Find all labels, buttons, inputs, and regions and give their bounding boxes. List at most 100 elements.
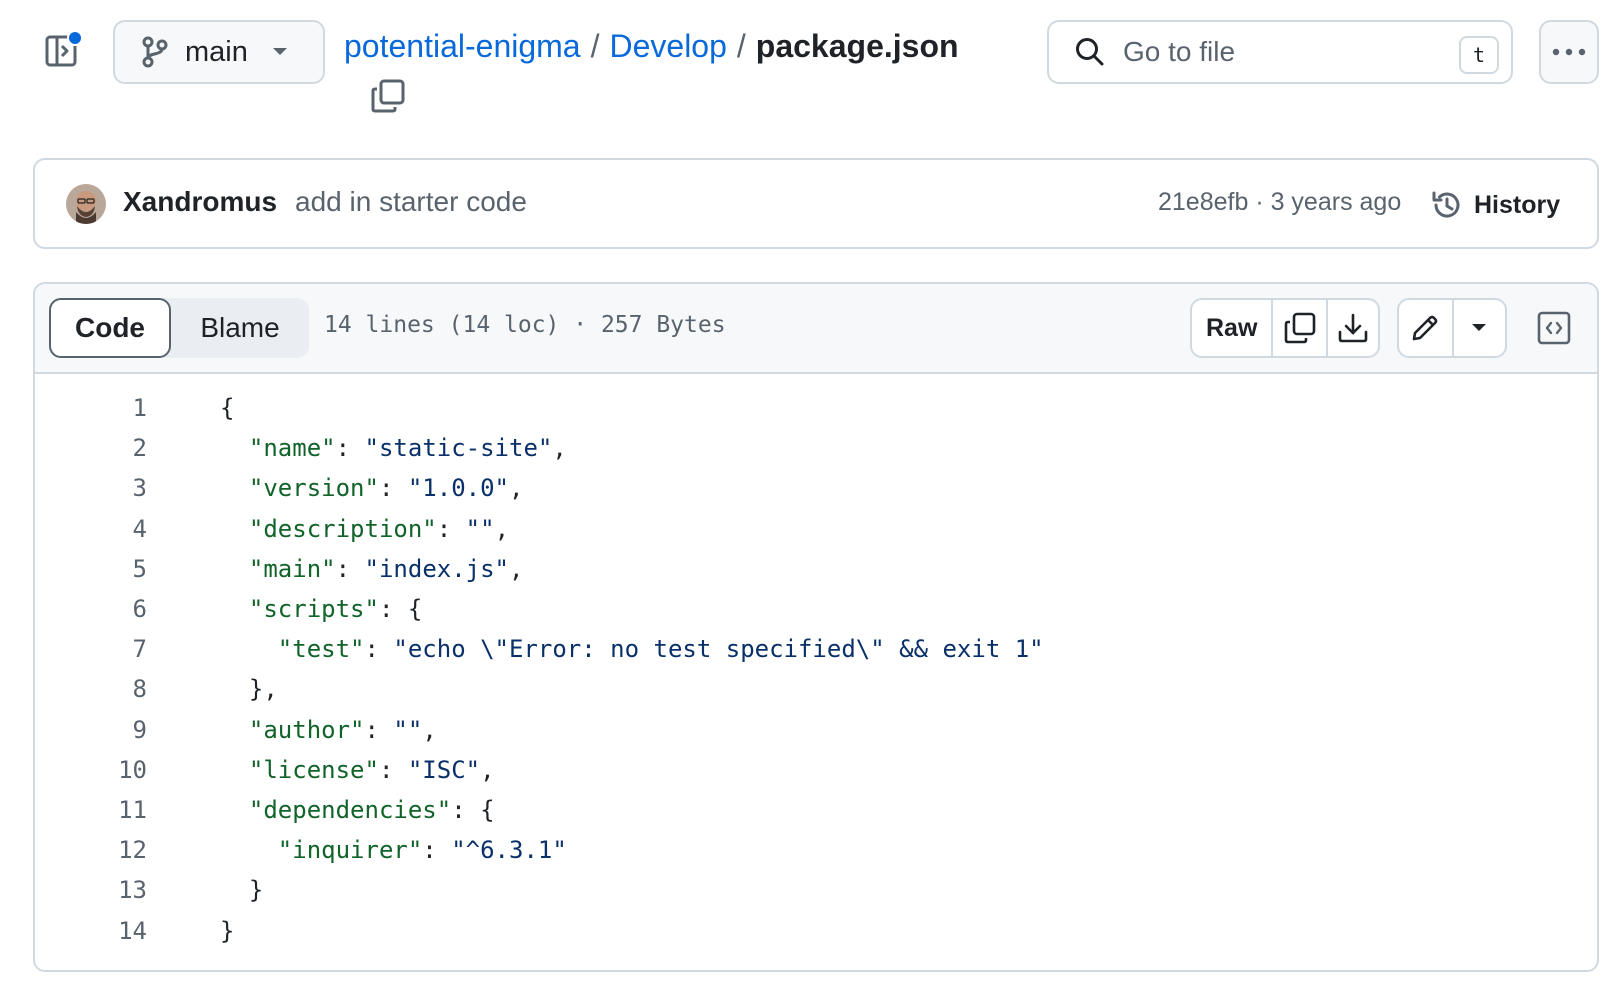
history-button[interactable]: History [1430, 183, 1560, 227]
copy-path-button[interactable] [370, 78, 406, 114]
edit-options-dropdown[interactable] [1454, 300, 1505, 356]
commit-hash-and-time[interactable]: 21e8efb · 3 years ago [1158, 188, 1401, 217]
line-number[interactable]: 5 [35, 555, 147, 583]
code-line: 13 } [35, 870, 1595, 910]
branch-selector-button[interactable]: main [113, 20, 325, 84]
punctuation-token: : [378, 474, 408, 503]
json-key-token: "license" [248, 755, 379, 784]
triangle-down-icon [1472, 324, 1487, 331]
code-line-text: { [147, 394, 234, 422]
more-options-button[interactable] [1539, 20, 1599, 84]
punctuation-token: : { [378, 595, 423, 624]
code-line-text: "description": "", [147, 515, 509, 543]
code-line: 4 "description": "", [35, 509, 1595, 549]
breadcrumb-folder-link[interactable]: Develop [609, 28, 726, 65]
code-line: 6 "scripts": { [35, 589, 1595, 629]
punctuation-token: , [509, 474, 524, 503]
breadcrumb-separator: / [590, 27, 600, 64]
code-line: 9 "author": "", [35, 710, 1595, 750]
code-line: 12 "inquirer": "^6.3.1" [35, 830, 1595, 870]
json-string-token: "index.js" [364, 554, 510, 583]
code-line: 1{ [35, 388, 1595, 428]
edit-actions-group [1397, 298, 1507, 358]
punctuation-token [220, 555, 249, 583]
avatar[interactable] [66, 184, 106, 224]
punctuation-token [220, 796, 249, 824]
symbols-panel-button[interactable] [1523, 298, 1585, 358]
punctuation-token [220, 836, 278, 864]
search-placeholder: Go to file [1123, 36, 1236, 67]
json-string-token: "" [465, 514, 495, 543]
json-string-token: "^6.3.1" [451, 836, 567, 865]
tab-code[interactable]: Code [49, 298, 171, 358]
git-branch-icon [142, 36, 168, 68]
line-number[interactable]: 6 [35, 595, 147, 623]
punctuation-token: : [364, 715, 394, 744]
copy-raw-content-button[interactable] [1273, 300, 1328, 356]
punctuation-token: , [509, 554, 524, 583]
punctuation-token: } [220, 876, 264, 905]
line-number[interactable]: 12 [35, 836, 147, 864]
code-line: 5 "main": "index.js", [35, 549, 1595, 589]
line-number[interactable]: 10 [35, 756, 147, 784]
line-number[interactable]: 1 [35, 394, 147, 422]
tab-blame[interactable]: Blame [173, 298, 307, 358]
code-line-text: } [147, 876, 263, 904]
punctuation-token [220, 716, 249, 744]
breadcrumb-separator: / [736, 27, 746, 64]
commit-author-link[interactable]: Xandromus [123, 186, 277, 218]
download-icon [1338, 313, 1368, 343]
punctuation-token: , [552, 434, 567, 463]
punctuation-token: : { [451, 795, 495, 824]
punctuation-token [220, 474, 249, 502]
code-line-text: }, [147, 675, 278, 703]
json-key-token: "dependencies" [248, 795, 452, 824]
punctuation-token: : [335, 434, 365, 463]
json-key-token: "inquirer" [277, 836, 423, 865]
go-to-file-search[interactable]: Go to file t [1047, 20, 1513, 84]
code-line: 7 "test": "echo \"Error: no test specifi… [35, 629, 1595, 669]
code-line-text: "author": "", [147, 716, 437, 744]
edit-file-button[interactable] [1399, 300, 1454, 356]
download-raw-file-button[interactable] [1328, 300, 1378, 356]
kebab-horizontal-icon [1552, 48, 1586, 56]
line-number[interactable]: 14 [35, 917, 147, 945]
notification-dot [67, 30, 83, 46]
breadcrumb-repo-link[interactable]: potential-enigma [344, 28, 581, 65]
commit-message-link[interactable]: add in starter code [295, 186, 527, 218]
code-line: 3 "version": "1.0.0", [35, 468, 1595, 508]
code-line: 2 "name": "static-site", [35, 428, 1595, 468]
json-string-token: "ISC" [407, 755, 481, 784]
json-key-token: "name" [248, 434, 336, 463]
keyboard-shortcut-hint: t [1459, 36, 1499, 74]
punctuation-token [220, 595, 249, 623]
punctuation-token: : [422, 836, 452, 865]
copy-icon [371, 79, 405, 113]
expand-file-tree-button[interactable] [44, 30, 84, 70]
line-number[interactable]: 7 [35, 635, 147, 663]
punctuation-token: , [422, 715, 437, 744]
line-number[interactable]: 9 [35, 716, 147, 744]
raw-button[interactable]: Raw [1192, 300, 1274, 356]
code-line-text: "main": "index.js", [147, 554, 524, 583]
line-number[interactable]: 8 [35, 675, 147, 703]
code-line-text: "inquirer": "^6.3.1" [147, 836, 567, 864]
line-number[interactable]: 11 [35, 796, 147, 824]
line-number[interactable]: 2 [35, 434, 147, 462]
line-number[interactable]: 3 [35, 474, 147, 502]
punctuation-token: , [480, 755, 495, 784]
line-number[interactable]: 13 [35, 876, 147, 904]
json-key-token: "version" [248, 474, 379, 503]
punctuation-token: , [494, 514, 510, 543]
pencil-icon [1413, 315, 1438, 341]
copy-icon [1284, 312, 1315, 344]
punctuation-token: } [220, 916, 235, 945]
line-number[interactable]: 4 [35, 515, 147, 543]
code-line-text: } [147, 917, 234, 945]
search-icon [1076, 38, 1104, 66]
punctuation-token: }, [220, 675, 278, 704]
json-string-token: "echo \"Error: no test specified\" && ex… [393, 635, 1044, 664]
punctuation-token [220, 635, 278, 663]
code-content: 1{2 "name": "static-site", 3 "version": "… [35, 388, 1595, 951]
code-line-text: "dependencies": { [147, 796, 495, 824]
